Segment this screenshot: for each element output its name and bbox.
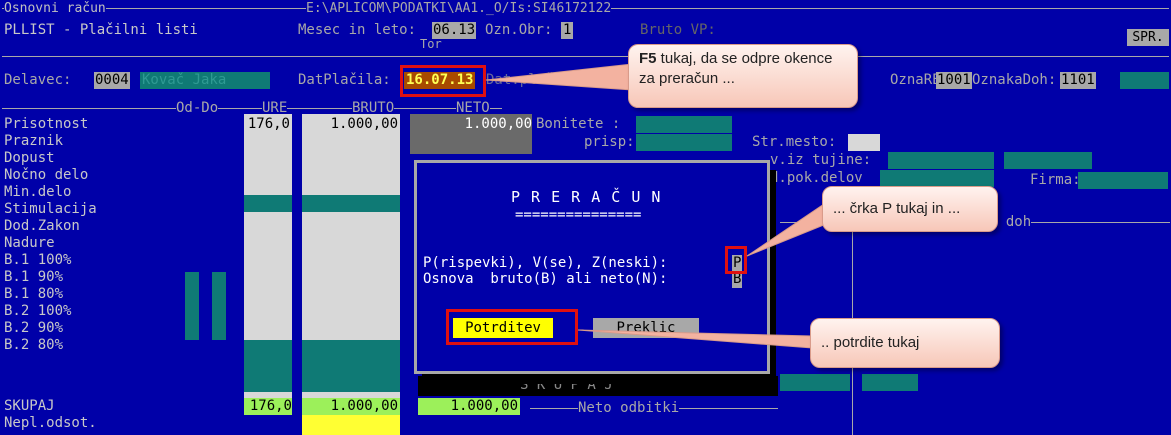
callout-p: ... črka P tukaj in ... <box>822 186 998 232</box>
callout-confirm: .. potrdite tukaj <box>810 318 1000 368</box>
callout-f5-key: F5 <box>639 50 657 67</box>
callout-f5-text: tukaj, da se odpre okence za preračun ..… <box>639 50 833 87</box>
callout-f5: F5 tukaj, da se odpre okence za preračun… <box>628 44 858 108</box>
